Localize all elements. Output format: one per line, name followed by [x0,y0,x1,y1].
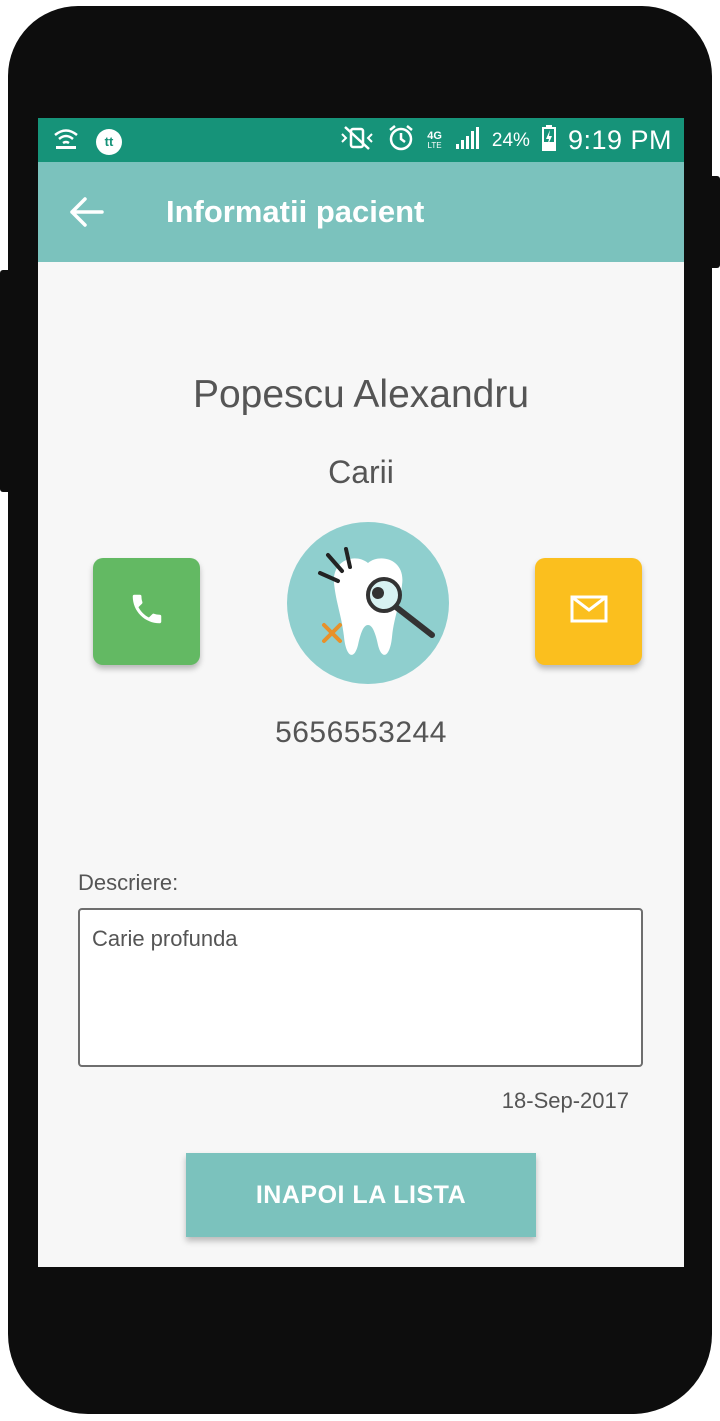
mail-icon [570,595,608,628]
date-text: 18-Sep-2017 [501,1088,629,1113]
app-badge-icon: tt [96,128,122,155]
volume-button [0,270,14,492]
tooth-magnifier-icon [286,521,450,685]
call-button[interactable] [93,558,200,665]
hotspot-icon [52,126,80,157]
patient-diagnosis: Carii [328,454,394,490]
battery-charging-icon [541,125,556,156]
patient-phone: 5656553244 [275,716,447,749]
mail-button[interactable] [535,558,642,665]
patient-name: Popescu Alexandru [192,373,530,416]
back-to-list-button[interactable]: INAPOI LA LISTA [186,1153,536,1237]
description-field[interactable]: Carie profunda [78,908,643,1067]
status-bar: tt 4G LTE 24% 9:19 PM [38,118,684,162]
page-title: Informatii pacient [166,194,425,229]
description-label: Descriere: [78,870,179,895]
vibrate-icon [339,125,375,156]
signal-icon [454,126,480,155]
phone-icon [128,590,166,633]
battery-percent: 24% [491,129,530,151]
arrow-left-icon[interactable] [68,194,108,230]
status-time: 9:19 PM [567,125,672,155]
app-bar: Informatii pacient [38,162,684,262]
app-screen: tt 4G LTE 24% 9:19 PM Informatii pacient… [38,118,684,1267]
alarm-icon [387,124,415,157]
network-type-icon: 4G LTE [427,129,442,150]
power-button [706,176,720,268]
